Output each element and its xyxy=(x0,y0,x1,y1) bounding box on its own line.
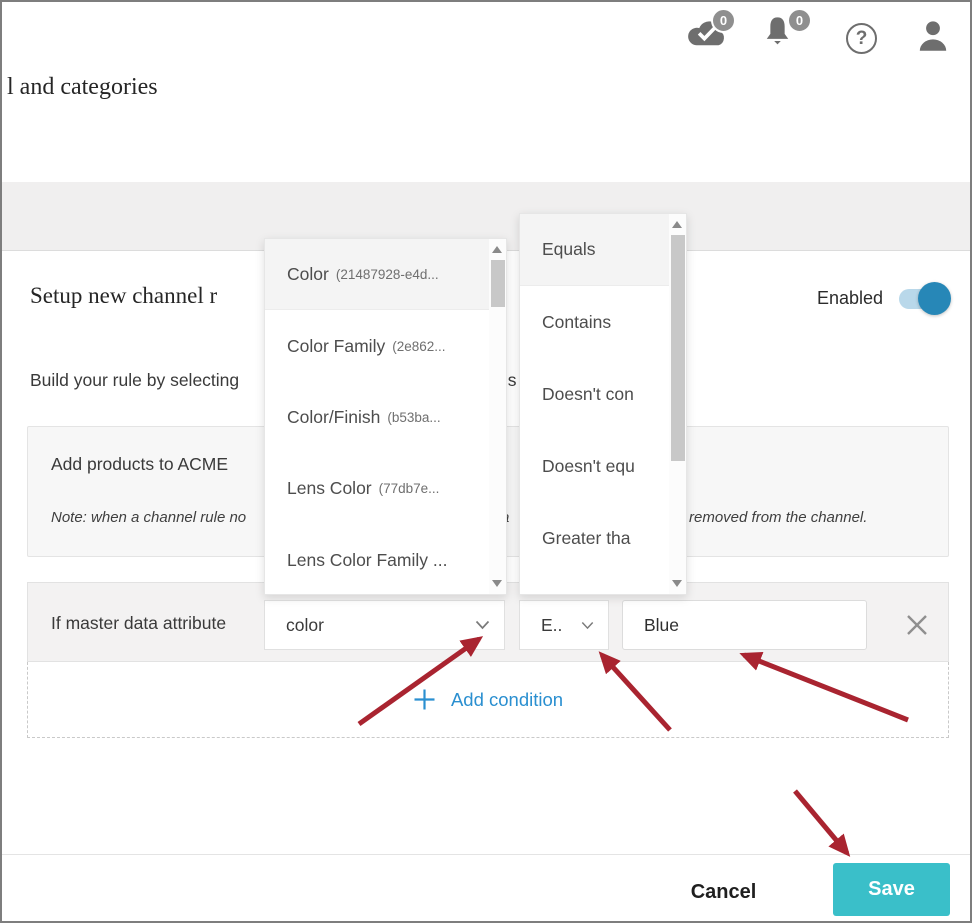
chevron-down-icon xyxy=(475,620,490,630)
attribute-option[interactable]: Color/Finish(b53ba... xyxy=(265,382,489,453)
operator-option[interactable]: Contains xyxy=(520,286,669,358)
rule-description: Build your rule by selecting xyxy=(30,370,239,391)
operator-select[interactable]: E.. xyxy=(519,600,609,650)
operator-option[interactable]: Doesn't equ xyxy=(520,430,669,502)
scroll-up-icon[interactable] xyxy=(672,221,682,228)
operator-option[interactable]: Doesn't con xyxy=(520,358,669,430)
attribute-option[interactable]: Color(21487928-e4d... xyxy=(265,239,489,310)
note-text-right: removed from the channel. xyxy=(689,509,867,526)
remove-condition-button[interactable] xyxy=(901,609,933,641)
attribute-option[interactable]: Lens Color(77db7e... xyxy=(265,453,489,524)
enabled-label: Enabled xyxy=(817,288,883,309)
user-icon[interactable] xyxy=(915,19,951,56)
value-input[interactable]: Blue xyxy=(622,600,867,650)
attribute-dropdown-scrollbar[interactable] xyxy=(489,239,506,594)
footer-divider xyxy=(2,854,970,855)
scroll-up-icon[interactable] xyxy=(492,246,502,253)
operator-dropdown-list: EqualsContainsDoesn't conDoesn't equGrea… xyxy=(520,214,669,594)
cancel-button[interactable]: Cancel xyxy=(666,876,781,908)
operator-option[interactable]: Equals xyxy=(520,214,669,286)
note-box-title: Add products to ACME xyxy=(51,454,228,475)
add-condition-label: Add condition xyxy=(451,689,563,711)
operator-dropdown-scrollbar[interactable] xyxy=(669,214,686,594)
scrollbar-thumb[interactable] xyxy=(671,235,685,461)
toggle-knob xyxy=(918,282,951,315)
save-button[interactable]: Save xyxy=(833,863,950,916)
plus-icon xyxy=(413,688,436,711)
page: 0 0 ? l and categories Setup new channel… xyxy=(0,0,972,923)
condition-label: If master data attribute xyxy=(51,613,226,634)
panel-heading: Setup new channel r xyxy=(30,283,217,309)
add-condition-button[interactable]: Add condition xyxy=(413,688,563,711)
chevron-down-icon xyxy=(581,621,594,630)
page-title: l and categories xyxy=(7,74,158,101)
notifications-badge: 0 xyxy=(787,8,812,33)
sync-badge: 0 xyxy=(711,8,736,33)
attribute-select[interactable]: color xyxy=(264,600,505,650)
scroll-down-icon[interactable] xyxy=(492,580,502,587)
help-icon[interactable]: ? xyxy=(846,23,877,54)
note-text-left: Note: when a channel rule no xyxy=(51,509,246,526)
arrow-to-save-button xyxy=(795,791,847,853)
add-condition-zone: Add condition xyxy=(27,662,949,738)
scrollbar-thumb[interactable] xyxy=(491,260,505,307)
attribute-dropdown-list: Color(21487928-e4d...Color Family(2e862.… xyxy=(265,239,489,594)
operator-select-value: E.. xyxy=(520,615,581,636)
operator-dropdown: EqualsContainsDoesn't conDoesn't equGrea… xyxy=(519,213,687,595)
attribute-option[interactable]: Lens Color Family ... xyxy=(265,525,489,594)
scroll-down-icon[interactable] xyxy=(672,580,682,587)
attribute-option[interactable]: Color Family(2e862... xyxy=(265,310,489,381)
attribute-dropdown: Color(21487928-e4d...Color Family(2e862.… xyxy=(264,238,507,595)
attribute-select-value: color xyxy=(265,615,475,636)
enabled-toggle[interactable] xyxy=(899,286,951,312)
operator-option[interactable]: Greater tha xyxy=(520,502,669,574)
